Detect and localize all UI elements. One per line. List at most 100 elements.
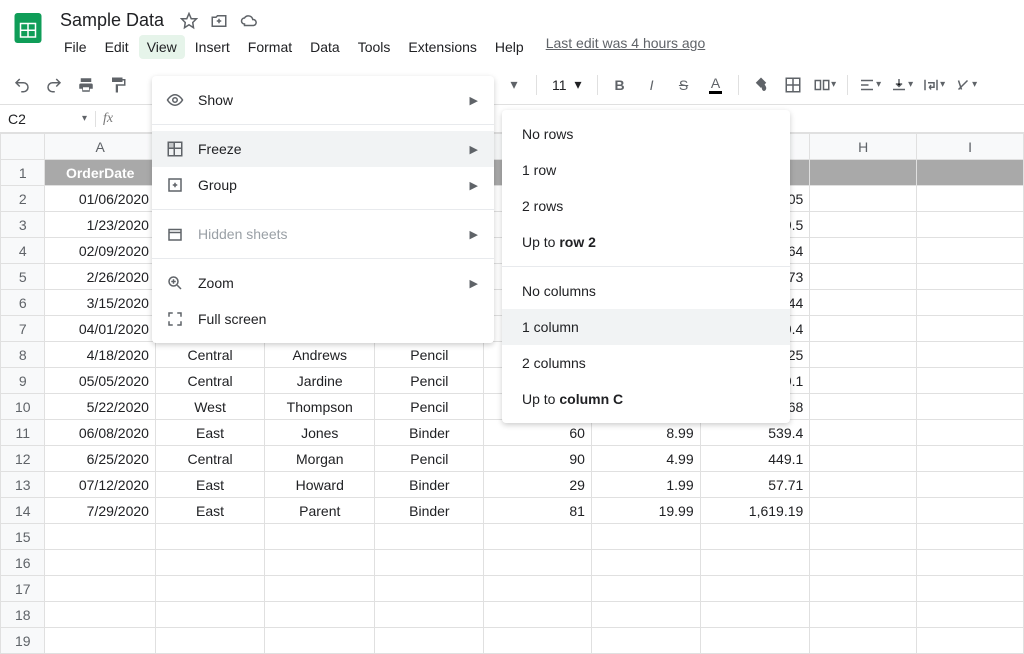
cell[interactable] [917,160,1024,186]
cell[interactable]: 19.99 [591,498,700,524]
borders-button[interactable] [779,71,807,99]
cell[interactable] [265,602,375,628]
cell[interactable] [375,524,484,550]
row-header[interactable]: 2 [1,186,45,212]
cell[interactable] [810,602,917,628]
cell[interactable] [45,576,155,602]
cell[interactable] [917,238,1024,264]
strikethrough-button[interactable]: S [670,71,698,99]
vertical-align-button[interactable]: ▾ [888,71,916,99]
cell[interactable]: 4.99 [591,446,700,472]
cell[interactable] [917,368,1024,394]
cell[interactable] [484,628,592,654]
row-header[interactable]: 7 [1,316,45,342]
cell[interactable]: Thompson [265,394,375,420]
dropdown-icon[interactable]: ▾ [500,71,528,99]
row-header[interactable]: 13 [1,472,45,498]
bold-button[interactable]: B [606,71,634,99]
cell[interactable]: 7/29/2020 [45,498,155,524]
cell[interactable]: Parent [265,498,375,524]
cell[interactable] [591,628,700,654]
row-header[interactable]: 5 [1,264,45,290]
cell[interactable] [155,628,264,654]
cell[interactable]: West [155,394,264,420]
cell[interactable]: Central [155,446,264,472]
cell[interactable]: Binder [375,420,484,446]
cell[interactable]: 539.4 [700,420,810,446]
cell[interactable] [265,550,375,576]
cell[interactable] [700,602,810,628]
cell[interactable] [45,602,155,628]
cell[interactable] [265,576,375,602]
freeze-no-columns[interactable]: No columns [502,273,790,309]
cell[interactable] [484,550,592,576]
cell[interactable]: 06/08/2020 [45,420,155,446]
menu-format[interactable]: Format [240,35,300,59]
freeze-no-rows[interactable]: No rows [502,116,790,152]
cell[interactable] [810,446,917,472]
cell[interactable]: Pencil [375,446,484,472]
row-header[interactable]: 6 [1,290,45,316]
row-header[interactable]: 18 [1,602,45,628]
cell[interactable]: 6/25/2020 [45,446,155,472]
cell[interactable] [810,550,917,576]
cell[interactable] [45,550,155,576]
star-icon[interactable] [180,12,198,30]
cell[interactable] [917,602,1024,628]
cell[interactable]: 5/22/2020 [45,394,155,420]
cell[interactable]: 29 [484,472,592,498]
cell[interactable] [810,160,917,186]
cell[interactable] [375,602,484,628]
last-edit-link[interactable]: Last edit was 4 hours ago [546,35,706,59]
cell[interactable] [917,290,1024,316]
text-color-button[interactable]: A [702,71,730,99]
view-freeze[interactable]: Freeze ▶ [152,131,494,167]
cell[interactable] [155,524,264,550]
cell[interactable]: Binder [375,472,484,498]
column-header[interactable]: A [45,134,155,160]
cloud-status-icon[interactable] [240,12,258,30]
cell[interactable] [917,316,1024,342]
sheets-logo[interactable] [8,8,48,48]
cell[interactable]: 04/01/2020 [45,316,155,342]
cell[interactable]: 449.1 [700,446,810,472]
cell[interactable] [700,628,810,654]
view-full-screen[interactable]: Full screen [152,301,494,337]
cell[interactable] [375,576,484,602]
cell[interactable] [917,342,1024,368]
cell[interactable]: Howard [265,472,375,498]
cell[interactable] [917,212,1024,238]
cell[interactable] [265,628,375,654]
cell[interactable] [810,186,917,212]
cell[interactable]: East [155,498,264,524]
undo-button[interactable] [8,71,36,99]
menu-help[interactable]: Help [487,35,532,59]
cell[interactable]: OrderDate [45,160,155,186]
cell[interactable] [155,550,264,576]
cell[interactable] [810,576,917,602]
cell[interactable] [810,342,917,368]
cell[interactable]: East [155,420,264,446]
cell[interactable] [810,628,917,654]
cell[interactable] [45,628,155,654]
column-header[interactable]: H [810,134,917,160]
cell[interactable] [265,524,375,550]
cell[interactable] [700,576,810,602]
cell[interactable] [917,186,1024,212]
row-header[interactable]: 3 [1,212,45,238]
cell[interactable] [917,550,1024,576]
row-header[interactable]: 11 [1,420,45,446]
cell[interactable] [810,420,917,446]
row-header[interactable]: 1 [1,160,45,186]
name-box[interactable]: C2 ▾ [0,111,96,127]
move-icon[interactable] [210,12,228,30]
cell[interactable]: Jardine [265,368,375,394]
row-header[interactable]: 16 [1,550,45,576]
cell[interactable] [45,524,155,550]
cell[interactable] [155,602,264,628]
cell[interactable]: Central [155,342,264,368]
redo-button[interactable] [40,71,68,99]
cell[interactable]: 1.99 [591,472,700,498]
cell[interactable] [591,602,700,628]
cell[interactable]: 81 [484,498,592,524]
